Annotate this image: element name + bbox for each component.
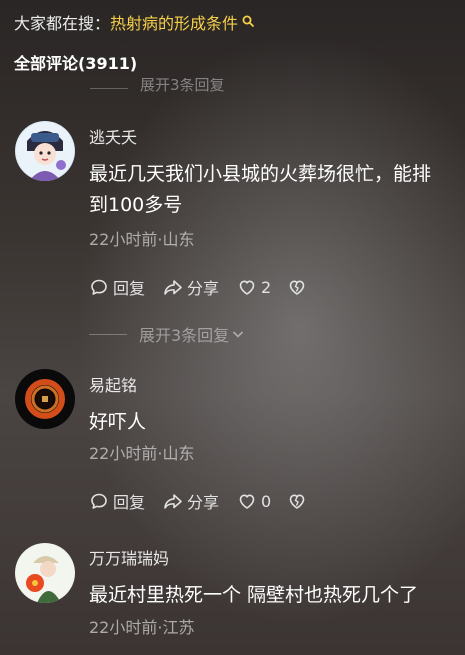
comment-actions: 回复 分享 0 <box>89 489 329 513</box>
comments-header: 大家都在搜： 热射病的形成条件 全部评论(3911) <box>0 0 465 80</box>
comment-text: 最近几天我们小县城的火葬场很忙，能排到100多号 <box>89 163 432 216</box>
comment-meta: 22小时前·山东 <box>89 444 195 463</box>
like-count: 0 <box>261 491 272 511</box>
divider-line <box>90 87 128 89</box>
heart-icon <box>239 280 255 295</box>
dislike-button[interactable] <box>287 277 311 297</box>
expand-replies[interactable]: 展开3条回复 <box>89 323 389 345</box>
broken-heart-icon <box>289 280 305 295</box>
avatar[interactable] <box>15 369 75 429</box>
search-icon <box>242 15 254 27</box>
expand-replies-label: 展开3条回复 <box>140 78 225 94</box>
reply-label: 回复 <box>113 279 146 298</box>
share-button[interactable]: 分享 <box>163 275 219 299</box>
comment-text: 最近村里热死一个 隔壁村也热死几个了 <box>89 584 419 606</box>
avatar[interactable] <box>15 121 75 181</box>
divider-line <box>89 333 127 335</box>
share-icon <box>164 494 182 509</box>
broken-heart-icon <box>289 494 305 509</box>
username[interactable]: 逃夭夭 <box>89 127 137 149</box>
comment-actions: 回复 分享 2 <box>89 275 329 299</box>
share-label: 分享 <box>187 493 220 512</box>
expand-replies-top[interactable]: 展开3条回复 <box>90 78 390 98</box>
avatar[interactable] <box>15 543 75 603</box>
share-label: 分享 <box>187 279 220 298</box>
reply-button[interactable]: 回复 <box>89 275 145 299</box>
heart-icon <box>239 494 255 509</box>
reply-label: 回复 <box>113 493 146 512</box>
username[interactable]: 万万瑞瑞妈 <box>89 548 169 570</box>
username[interactable]: 易起铭 <box>89 375 137 397</box>
search-keyword[interactable]: 热射病的形成条件 <box>110 13 238 35</box>
reply-icon <box>91 279 107 295</box>
comment-text: 好吓人 <box>89 411 147 433</box>
share-button[interactable]: 分享 <box>163 489 219 513</box>
search-prefix: 大家都在搜： <box>14 14 111 33</box>
chevron-down-icon <box>233 331 244 338</box>
comment-meta: 22小时前·江苏 <box>89 618 195 637</box>
trending-search-hint[interactable]: 大家都在搜： 热射病的形成条件 <box>14 13 255 35</box>
dislike-button[interactable] <box>287 491 311 511</box>
like-button[interactable]: 2 <box>237 277 271 297</box>
share-icon <box>164 280 182 295</box>
like-button[interactable]: 0 <box>237 491 271 511</box>
comment-count: 全部评论(3911) <box>14 54 138 73</box>
like-count: 2 <box>261 277 272 297</box>
reply-button[interactable]: 回复 <box>89 489 145 513</box>
expand-replies-label: 展开3条回复 <box>139 326 230 345</box>
reply-icon <box>91 493 107 509</box>
comment-meta: 22小时前·山东 <box>89 230 195 249</box>
